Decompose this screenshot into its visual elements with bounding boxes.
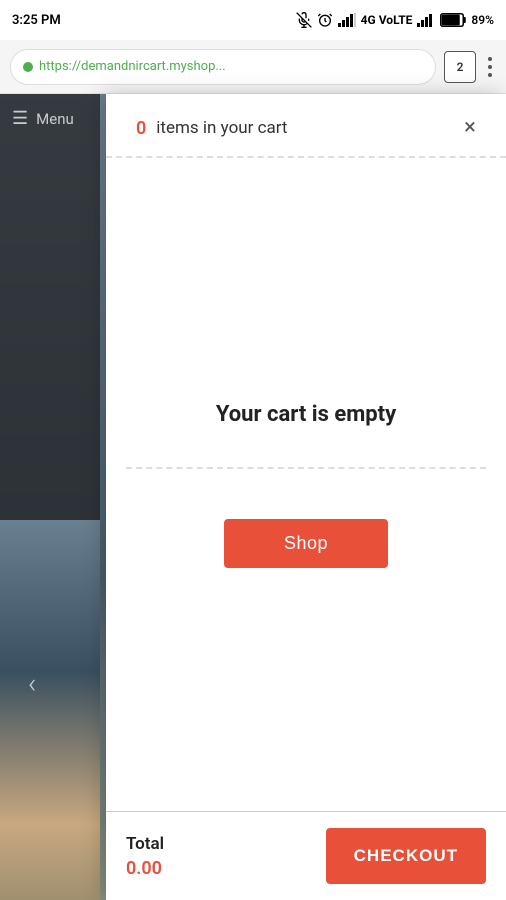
main-content-area: ☰ Menu ‹ 0 items in your cart bbox=[0, 94, 506, 900]
cart-modal: 0 items in your cart × Your cart is empt… bbox=[106, 94, 506, 900]
empty-cart-message: Your cart is empty bbox=[216, 402, 396, 427]
cart-footer: Total 0.00 CHECKOUT bbox=[106, 811, 506, 900]
background-image bbox=[0, 520, 100, 900]
hamburger-icon: ☰ bbox=[12, 108, 28, 129]
tab-count-button[interactable]: 2 bbox=[444, 51, 476, 83]
cart-body: Your cart is empty Shop bbox=[106, 158, 506, 811]
sidebar-menu-header: ☰ Menu bbox=[0, 94, 100, 143]
url-bar[interactable]: https://demandnircart.myshop... bbox=[10, 49, 436, 85]
status-bar-time: 3:25 PM bbox=[12, 13, 61, 28]
time-display: 3:25 PM bbox=[12, 13, 61, 28]
tab-count: 2 bbox=[457, 60, 464, 74]
mute-icon bbox=[296, 12, 312, 28]
cart-header: 0 items in your cart × bbox=[106, 94, 506, 158]
shop-button[interactable]: Shop bbox=[224, 519, 388, 568]
cart-item-count: 0 bbox=[136, 118, 146, 139]
checkout-button[interactable]: CHECKOUT bbox=[326, 828, 486, 884]
total-amount: 0.00 bbox=[126, 858, 164, 879]
cart-divider bbox=[126, 467, 486, 469]
signal-icon bbox=[338, 13, 356, 27]
signal-icon-2 bbox=[417, 13, 435, 27]
status-bar: 3:25 PM 4G VoLTE bbox=[0, 0, 506, 40]
browser-bar: https://demandnircart.myshop... 2 bbox=[0, 40, 506, 94]
total-section: Total 0.00 bbox=[126, 834, 164, 879]
prev-arrow[interactable]: ‹ bbox=[28, 667, 36, 700]
sidebar-menu-label: Menu bbox=[36, 110, 74, 128]
url-text: https://demandnircart.myshop... bbox=[39, 59, 226, 74]
status-bar-icons: 4G VoLTE 89% bbox=[296, 12, 494, 28]
alarm-icon bbox=[317, 12, 333, 28]
close-cart-button[interactable]: × bbox=[454, 112, 486, 144]
total-label: Total bbox=[126, 834, 164, 854]
cart-title-text: items in your cart bbox=[156, 118, 287, 138]
battery-percent: 89% bbox=[471, 13, 494, 27]
ssl-indicator bbox=[23, 62, 33, 72]
network-label: 4G VoLTE bbox=[361, 13, 413, 27]
browser-menu-button[interactable] bbox=[484, 53, 496, 81]
cart-title-area: 0 items in your cart bbox=[126, 118, 288, 139]
battery-icon bbox=[440, 13, 466, 27]
